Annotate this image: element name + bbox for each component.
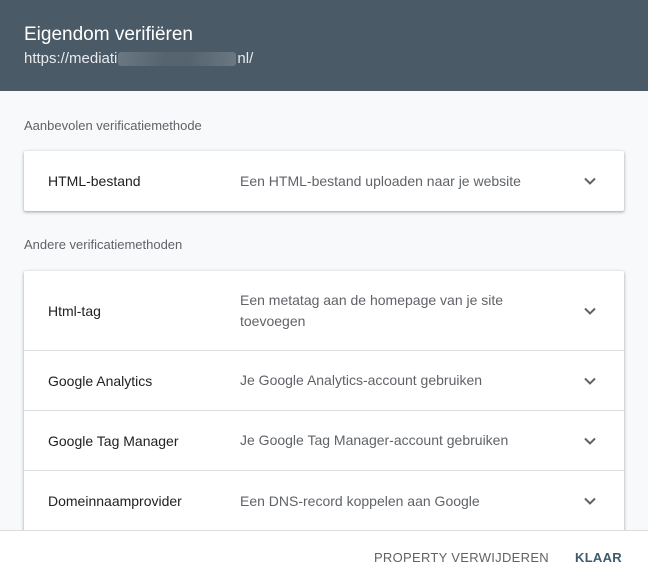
method-description: Een DNS-record koppelen aan Google (240, 492, 480, 509)
method-row-google-analytics[interactable]: Google Analytics Je Google Analytics-acc… (24, 351, 624, 411)
other-methods-card: Html-tag Een metatag aan de homepage van… (24, 271, 624, 530)
property-url-prefix: https://mediati (24, 50, 118, 67)
chevron-down-icon[interactable] (584, 375, 596, 387)
other-section-label: Andere verificatiemethoden (24, 237, 183, 252)
recommended-methods-card: HTML-bestand Een HTML-bestand uploaden n… (24, 151, 624, 211)
remove-property-button[interactable]: PROPERTY VERWIJDEREN (368, 542, 555, 573)
method-name: Domeinnaamprovider (48, 493, 182, 509)
method-name: Google Analytics (48, 372, 153, 389)
dialog-footer: PROPERTY VERWIJDEREN KLAAR (0, 530, 648, 584)
dialog-title: Eigendom verifiëren (24, 24, 193, 45)
chevron-down-icon[interactable] (584, 175, 596, 187)
method-row-html-tag[interactable]: Html-tag Een metatag aan de homepage van… (24, 271, 624, 351)
method-description: Een HTML-bestand uploaden naar je websit… (240, 172, 521, 189)
method-name: Html-tag (48, 302, 101, 319)
redacted-region (118, 52, 237, 66)
recommended-section-label: Aanbevolen verificatiemethode (24, 118, 202, 133)
chevron-down-icon[interactable] (584, 495, 596, 507)
method-description: Je Google Analytics-account gebruiken (240, 372, 483, 388)
method-row-domain-provider[interactable]: Domeinnaamprovider Een DNS-record koppel… (24, 471, 624, 530)
property-url-suffix: nl/ (237, 50, 254, 67)
chevron-down-icon[interactable] (584, 305, 596, 317)
dialog-header: Eigendom verifiëren https://mediati nl/ (0, 0, 648, 91)
method-name: Google Tag Manager (48, 432, 179, 449)
method-row-html-file[interactable]: HTML-bestand Een HTML-bestand uploaden n… (24, 151, 624, 211)
method-name: HTML-bestand (48, 173, 141, 189)
chevron-down-icon[interactable] (584, 435, 596, 447)
method-row-google-tag-manager[interactable]: Google Tag Manager Je Google Tag Manager… (24, 411, 624, 471)
dialog-content: Aanbevolen verificatiemethode HTML-besta… (0, 91, 648, 530)
done-button[interactable]: KLAAR (569, 542, 628, 573)
method-description: Een metatag aan de homepage van je site … (240, 291, 504, 329)
method-description: Je Google Tag Manager-account gebruiken (240, 432, 509, 448)
property-url: https://mediati nl/ (24, 48, 624, 70)
